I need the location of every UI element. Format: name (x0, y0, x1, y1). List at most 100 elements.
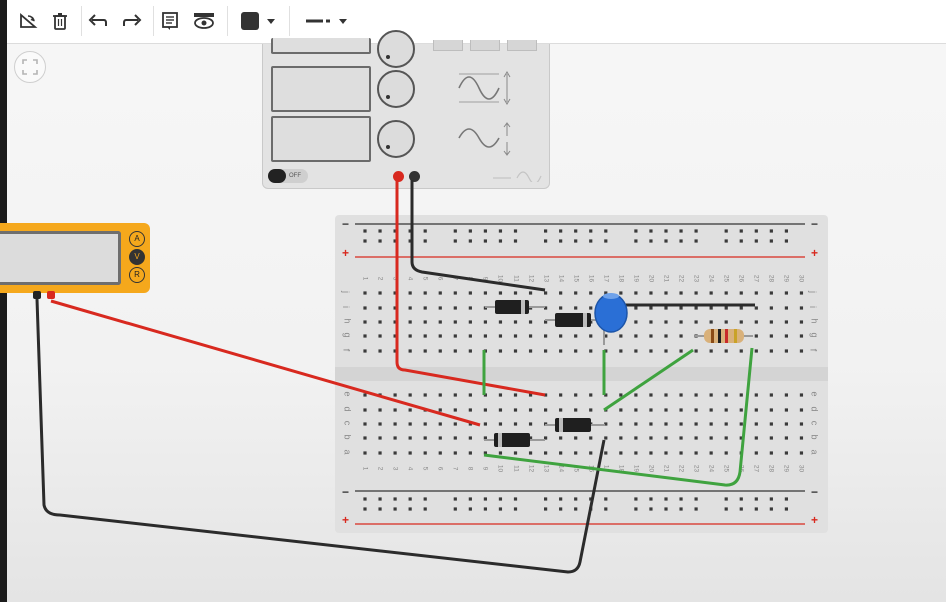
column-label: 10 (496, 274, 504, 283)
row-label: e (342, 391, 353, 397)
line-style-icon (306, 19, 330, 23)
column-label: 9 (481, 276, 489, 281)
column-label: 25 (722, 464, 730, 473)
column-label: 9 (481, 466, 489, 471)
column-label: 8 (466, 466, 474, 471)
column-label: 2 (376, 276, 384, 281)
column-label: 1 (361, 276, 369, 281)
column-label: 29 (782, 274, 790, 283)
rail-minus-top-left: − (342, 217, 350, 231)
chevron-down-icon (267, 18, 275, 24)
column-label: 26 (737, 464, 745, 473)
row-label: h (342, 318, 353, 324)
row-label: b (809, 434, 820, 440)
column-label: 24 (707, 274, 715, 283)
column-label: 13 (542, 464, 550, 473)
column-label: 23 (692, 274, 700, 283)
fngen-positive-terminal[interactable] (393, 171, 404, 182)
wave-square-button[interactable] (470, 40, 500, 51)
amplitude-knob[interactable] (377, 70, 415, 108)
row-label: c (809, 420, 820, 426)
redo-button[interactable] (117, 6, 147, 36)
column-label: 3 (391, 276, 399, 281)
row-label: g (809, 332, 820, 338)
rail-minus-bottom-right: − (811, 485, 819, 499)
fngen-display-amplitude (271, 66, 371, 112)
line-style-dropdown[interactable] (299, 7, 353, 35)
fill-color-swatch (241, 12, 259, 30)
column-label: 3 (391, 466, 399, 471)
multimeter-mode-v[interactable]: V (129, 249, 145, 265)
column-label: 28 (767, 464, 775, 473)
amplitude-wave-icon (458, 71, 511, 105)
column-label: 17 (602, 274, 610, 283)
column-label: 5 (421, 466, 429, 471)
column-label: 29 (782, 464, 790, 473)
column-label: 7 (451, 466, 459, 471)
row-label: a (809, 449, 820, 455)
window-edge (0, 0, 7, 602)
row-label: j (808, 291, 818, 293)
multimeter-mode-r[interactable]: R (129, 267, 145, 283)
undo-icon (88, 14, 107, 26)
visibility-button[interactable] (189, 6, 219, 36)
fngen-display-offset (271, 116, 371, 162)
column-label: 14 (557, 274, 565, 283)
frequency-knob[interactable] (377, 30, 415, 68)
fngen-display-frequency (271, 38, 371, 54)
row-label: h (809, 318, 820, 324)
column-label: 17 (602, 464, 610, 473)
fill-color-dropdown[interactable] (235, 7, 281, 35)
column-label: 6 (436, 276, 444, 281)
multimeter[interactable]: A V R (0, 223, 150, 299)
toolbar (7, 0, 946, 44)
column-label: 26 (737, 274, 745, 283)
notes-button[interactable] (155, 6, 185, 36)
wave-sine-button[interactable] (433, 40, 463, 51)
column-label: 30 (797, 274, 805, 283)
rail-minus-top-right: − (811, 217, 819, 231)
delete-button[interactable] (45, 6, 75, 36)
rail-plus-top-left: + (342, 246, 350, 260)
rotate-icon (20, 13, 38, 28)
rotate-button[interactable] (13, 6, 43, 36)
column-label: 11 (512, 275, 519, 282)
column-label: 14 (557, 464, 565, 473)
rail-minus-bottom-left: − (342, 485, 350, 499)
column-label: 5 (421, 276, 429, 281)
column-label: 16 (587, 464, 595, 473)
fngen-power-toggle[interactable]: OFF (268, 169, 308, 183)
function-generator[interactable]: OFF (262, 30, 550, 189)
row-label: g (342, 332, 353, 338)
column-label: 12 (527, 464, 535, 473)
column-label: 18 (617, 274, 625, 283)
row-label: f (808, 348, 819, 352)
rail-plus-top-right: + (811, 246, 819, 260)
column-label: 19 (632, 464, 640, 473)
column-label: 21 (662, 464, 670, 473)
row-label: d (809, 406, 820, 412)
column-label: 4 (406, 276, 414, 281)
row-label: d (342, 406, 353, 412)
fngen-brand-logo (493, 171, 542, 182)
column-label: 4 (406, 466, 414, 471)
column-label: 16 (587, 274, 595, 283)
column-label: 15 (572, 464, 580, 473)
multimeter-mode-a[interactable]: A (129, 231, 145, 247)
breadboard[interactable]: − − + + − − + + jjiihhggffeeddccbbaa1122… (335, 215, 828, 533)
column-label: 22 (677, 274, 685, 283)
column-label: 8 (466, 276, 474, 281)
fngen-negative-terminal[interactable] (409, 171, 420, 182)
redo-icon (123, 14, 142, 26)
rail-plus-bottom-right: + (811, 513, 819, 527)
wave-triangle-button[interactable] (507, 40, 537, 51)
multimeter-positive-probe[interactable] (47, 291, 55, 299)
offset-knob[interactable] (377, 120, 415, 158)
multimeter-negative-probe[interactable] (33, 291, 41, 299)
column-label: 6 (436, 466, 444, 471)
zoom-fit-button[interactable] (14, 51, 46, 83)
column-label: 12 (527, 274, 535, 283)
rail-plus-bottom-left: + (342, 513, 350, 527)
column-label: 30 (797, 464, 805, 473)
undo-button[interactable] (83, 6, 113, 36)
